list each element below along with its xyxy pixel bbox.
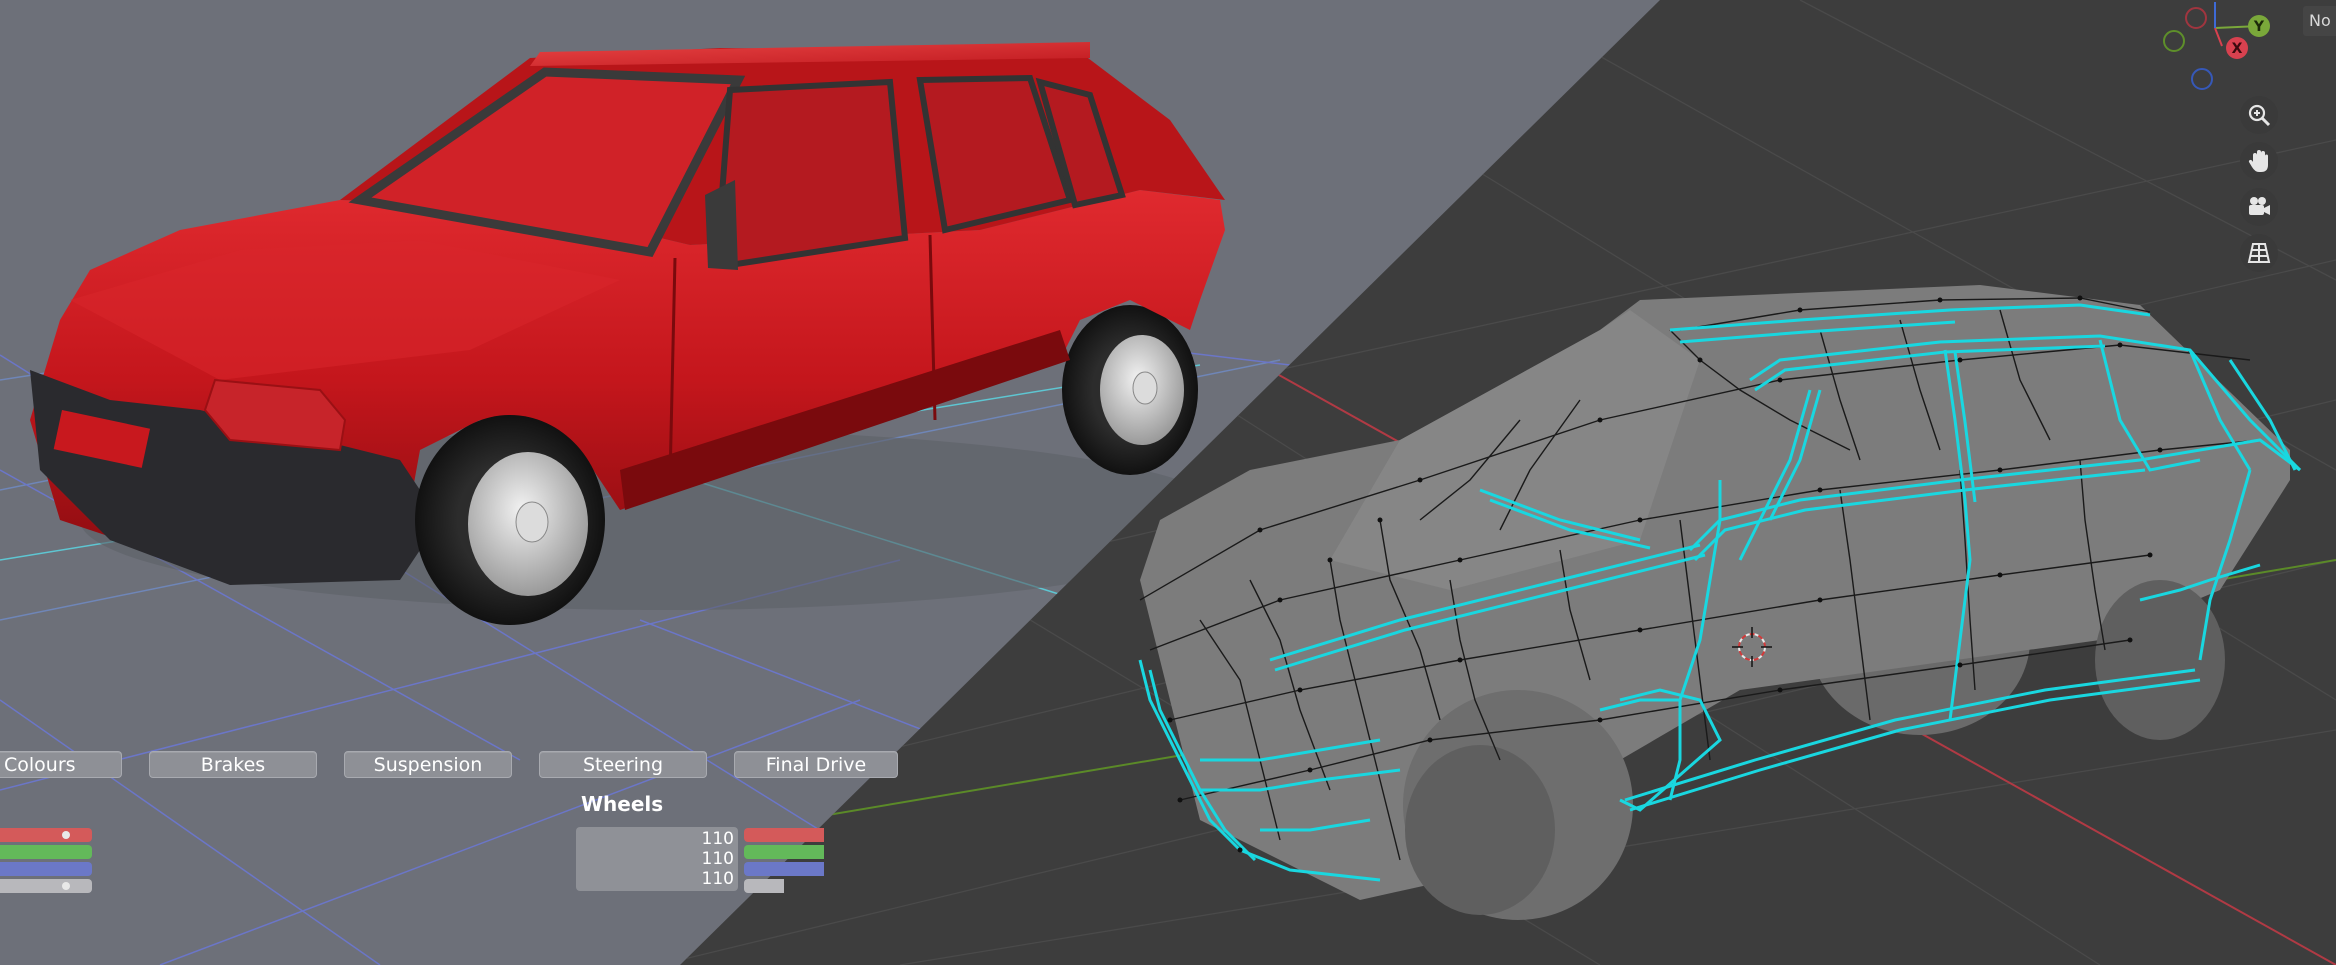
wheel-slider-green[interactable] [744, 845, 824, 859]
gizmo-y-label: Y [2253, 19, 2265, 35]
wheels-value-1[interactable]: 110 [576, 829, 738, 849]
wheel-slider-grey[interactable] [744, 879, 784, 893]
gizmo-neg-x-icon[interactable] [2185, 7, 2207, 29]
gizmo-neg-y-icon[interactable] [2163, 30, 2185, 52]
tab-suspension[interactable]: Suspension [344, 751, 512, 778]
camera-icon [2249, 197, 2270, 215]
wheels-value-3[interactable]: 110 [576, 869, 738, 889]
tab-brakes[interactable]: Brakes [149, 751, 317, 778]
tab-final-drive[interactable]: Final Drive [734, 751, 898, 778]
grid-view-button[interactable] [2240, 234, 2278, 272]
slider-grey[interactable] [0, 879, 92, 893]
zoom-icon [2248, 104, 2271, 127]
slider-green[interactable] [0, 845, 92, 859]
wheels-value-2[interactable]: 110 [576, 849, 738, 869]
wheels-label: Wheels [581, 792, 664, 816]
grid-view-icon [2247, 243, 2271, 263]
slider-red[interactable] [0, 828, 92, 842]
wheel-slider-red[interactable] [744, 828, 824, 842]
tab-steering[interactable]: Steering [539, 751, 707, 778]
corner-panel-label[interactable]: No [2303, 6, 2336, 36]
slider-knob[interactable] [62, 831, 70, 839]
wheel-slider-blue[interactable] [744, 862, 824, 876]
camera-button[interactable] [2240, 188, 2278, 226]
viewport-scene [0, 0, 2336, 965]
zoom-button[interactable] [2240, 96, 2278, 134]
gizmo-neg-z-icon[interactable] [2191, 68, 2213, 90]
gizmo-x-label: X [2232, 41, 2243, 57]
pan-hand-icon [2248, 150, 2268, 172]
tab-colours[interactable]: Colours [0, 751, 122, 778]
slider-knob[interactable] [62, 882, 70, 890]
slider-blue[interactable] [0, 862, 92, 876]
pan-button[interactable] [2240, 142, 2278, 180]
navigation-gizmo[interactable]: Y X [2160, 0, 2280, 100]
